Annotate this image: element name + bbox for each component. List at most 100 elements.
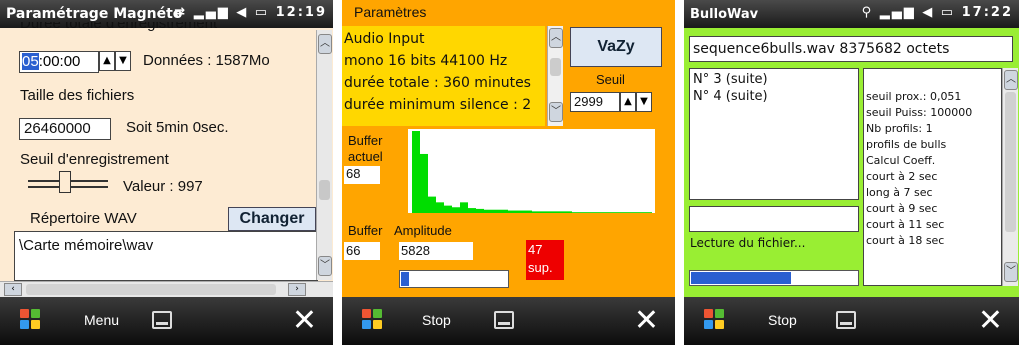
screen-bullowav: BulloWav ⚲ ▂▄▆ ◀ ▭ 17:22 sequence6bulls.… bbox=[684, 0, 1019, 345]
list-item[interactable]: N° 4 (suite) bbox=[693, 88, 768, 105]
entry-field[interactable] bbox=[689, 206, 859, 232]
scroll-thumb[interactable] bbox=[319, 180, 330, 200]
histogram-bar bbox=[612, 212, 620, 213]
slider-thumb[interactable] bbox=[58, 171, 71, 193]
histogram-bar bbox=[524, 210, 532, 213]
progress-fill bbox=[691, 272, 791, 284]
seuil-stepper[interactable]: ▲ ▼ bbox=[620, 92, 652, 112]
chart-background bbox=[408, 129, 655, 213]
scroll-up-icon[interactable]: ︿ bbox=[549, 28, 563, 48]
buffer-value: 66 bbox=[344, 242, 380, 260]
status-text: Lecture du fichier... bbox=[690, 236, 806, 250]
buffer-actuel-value: 68 bbox=[344, 166, 380, 184]
keyboard-icon[interactable] bbox=[152, 311, 172, 329]
file-info-field[interactable]: sequence6bulls.wav 8375682 octets bbox=[689, 36, 1013, 62]
keyboard-icon[interactable] bbox=[494, 311, 514, 329]
sync-icon: ⇄ bbox=[174, 5, 188, 20]
stop-softkey[interactable]: Stop bbox=[422, 312, 451, 328]
histogram-bar bbox=[452, 207, 460, 213]
keyboard-icon[interactable] bbox=[836, 311, 856, 329]
histogram-bar bbox=[436, 202, 444, 213]
sup-badge: 47 sup. bbox=[526, 240, 564, 280]
volume-icon: ◀ bbox=[922, 5, 935, 20]
clock: 12:19 bbox=[275, 5, 327, 20]
threshold-label: Seuil d'enregistrement bbox=[20, 151, 169, 168]
windows-start-icon[interactable] bbox=[362, 309, 384, 331]
params-list[interactable]: seuil prox.: 0,051 seuil Puiss: 100000 N… bbox=[863, 68, 1002, 286]
input-info-list[interactable]: Audio Input mono 16 bits 44100 Hz durée … bbox=[342, 26, 545, 126]
scroll-up-icon[interactable]: ︿ bbox=[1004, 70, 1018, 90]
amplitude-value: 5828 bbox=[399, 242, 473, 260]
scroll-right-icon[interactable]: › bbox=[288, 283, 306, 296]
duration-field[interactable]: 05:00:00 bbox=[19, 51, 99, 73]
histogram-bar bbox=[644, 212, 652, 213]
histogram-bar bbox=[484, 209, 492, 213]
scroll-down-icon[interactable]: ﹀ bbox=[1004, 262, 1018, 282]
clock: 17:22 bbox=[961, 5, 1013, 20]
progress-fill bbox=[401, 272, 409, 286]
scroll-left-icon[interactable]: ‹ bbox=[4, 283, 22, 296]
scroll-down-icon[interactable]: ﹀ bbox=[549, 102, 563, 122]
histogram-bar bbox=[428, 196, 436, 213]
soft-key-bar: Menu ✕ bbox=[0, 297, 333, 345]
vazy-button[interactable]: VaZy bbox=[570, 27, 662, 67]
close-icon[interactable]: ✕ bbox=[634, 303, 659, 338]
histogram-bar bbox=[460, 202, 468, 213]
stepper-up-icon[interactable]: ▲ bbox=[620, 92, 636, 112]
stepper-up-icon[interactable]: ▲ bbox=[99, 51, 115, 71]
windows-start-icon[interactable] bbox=[704, 309, 726, 331]
wav-path-box[interactable]: \Carte mémoire\wav bbox=[14, 231, 318, 281]
data-size-label: Données : 1587Mo bbox=[143, 52, 270, 69]
scroll-thumb[interactable] bbox=[1005, 92, 1016, 232]
menu-softkey[interactable]: Menu bbox=[84, 312, 119, 328]
bulls-list[interactable]: N° 3 (suite) N° 4 (suite) bbox=[689, 68, 859, 200]
stop-softkey[interactable]: Stop bbox=[768, 312, 797, 328]
histogram-bar bbox=[604, 212, 612, 213]
file-duration-label: Soit 5min 0sec. bbox=[126, 119, 229, 136]
histogram-bar bbox=[444, 205, 452, 213]
info-line: durée totale : 360 minutes bbox=[344, 75, 531, 91]
scroll-thumb[interactable] bbox=[550, 58, 561, 76]
param-line: court à 2 sec bbox=[866, 170, 938, 183]
scroll-down-icon[interactable]: ﹀ bbox=[318, 256, 332, 276]
file-size-label: Taille des fichiers bbox=[20, 87, 135, 104]
buffer-actuel-label-2: actuel bbox=[348, 149, 383, 164]
info-line: durée minimum silence : 2 bbox=[344, 97, 532, 113]
info-scrollbar[interactable]: ︿ ﹀ bbox=[547, 26, 563, 126]
stepper-down-icon[interactable]: ▼ bbox=[115, 51, 131, 71]
windows-start-icon[interactable] bbox=[20, 309, 42, 331]
histogram-bar bbox=[476, 208, 484, 213]
param-line: court à 18 sec bbox=[866, 234, 945, 247]
duration-hours[interactable]: 05 bbox=[22, 53, 39, 70]
param-line: court à 9 sec bbox=[866, 202, 938, 215]
seuil-input[interactable]: 2999 bbox=[570, 92, 620, 112]
screen-vazy: Paramètres Audio Input mono 16 bits 4410… bbox=[342, 0, 675, 345]
stepper-down-icon[interactable]: ▼ bbox=[636, 92, 652, 112]
horizontal-scrollbar[interactable]: ‹ › bbox=[0, 281, 333, 297]
sup-count: 47 bbox=[528, 242, 543, 257]
soft-key-bar: Stop ✕ bbox=[342, 297, 675, 345]
list-item[interactable]: N° 3 (suite) bbox=[693, 71, 768, 88]
duration-stepper[interactable]: ▲ ▼ bbox=[99, 51, 131, 71]
volume-icon: ◀ bbox=[236, 5, 249, 20]
histogram-bar bbox=[492, 209, 500, 213]
change-button[interactable]: Changer bbox=[228, 207, 316, 231]
threshold-slider[interactable] bbox=[28, 171, 108, 193]
vertical-scrollbar[interactable]: ︿ ﹀ bbox=[316, 30, 332, 280]
partial-duration-label: Durée totale d'enregistrement bbox=[20, 22, 218, 32]
histogram-bar bbox=[412, 131, 420, 213]
duration-rest: :00:00 bbox=[38, 53, 81, 70]
param-line: long à 7 sec bbox=[866, 186, 933, 199]
param-line: Nb profils: 1 bbox=[866, 122, 933, 135]
close-icon[interactable]: ✕ bbox=[978, 303, 1003, 338]
file-size-input[interactable]: 26460000 bbox=[19, 118, 111, 140]
histogram-bar bbox=[508, 210, 516, 213]
hscroll-thumb[interactable] bbox=[26, 284, 276, 295]
histogram-bar bbox=[588, 212, 596, 213]
params-scrollbar[interactable]: ︿ ﹀ bbox=[1002, 68, 1018, 286]
scroll-up-icon[interactable]: ︿ bbox=[318, 34, 332, 54]
close-icon[interactable]: ✕ bbox=[292, 303, 317, 338]
histogram-bar bbox=[564, 211, 572, 213]
sup-label: sup. bbox=[528, 260, 553, 275]
histogram-bar bbox=[516, 210, 524, 213]
